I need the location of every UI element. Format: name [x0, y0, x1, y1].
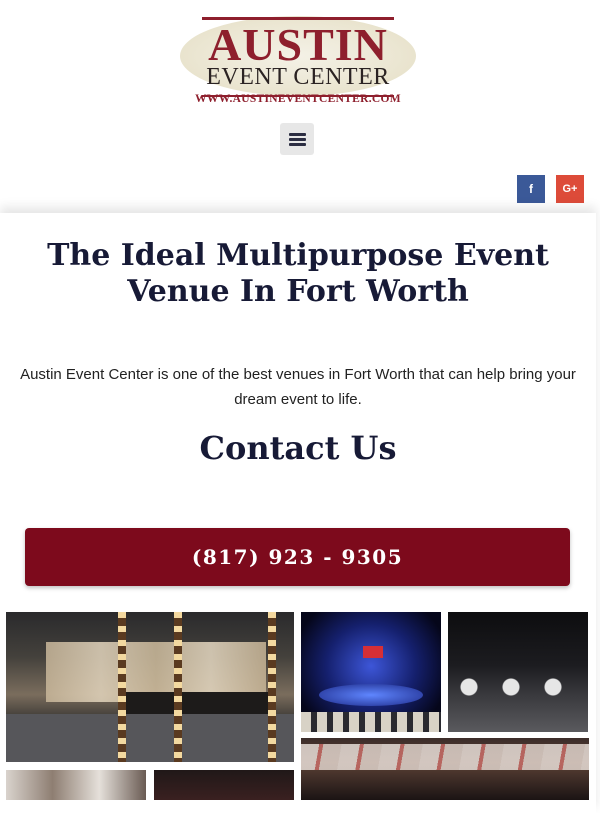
photo-detail [268, 612, 276, 762]
intro-text: Austin Event Center is one of the best v… [20, 366, 576, 408]
photo-detail [319, 684, 423, 706]
photo-detail [448, 670, 588, 704]
gallery-photo-banquet[interactable] [448, 612, 588, 732]
gallery-photo-venue[interactable] [154, 770, 294, 800]
gallery-photo-guests[interactable] [6, 770, 146, 800]
photo-detail [174, 612, 182, 762]
photo-detail [118, 612, 126, 762]
menu-bar [289, 143, 306, 146]
logo-main-text: AUSTIN [208, 19, 388, 70]
photo-detail [301, 744, 589, 770]
facebook-icon[interactable]: f [517, 175, 545, 203]
hamburger-menu-icon[interactable] [280, 123, 314, 155]
photo-detail [301, 712, 441, 732]
menu-bar [289, 133, 306, 136]
page-title: The Ideal Multipurpose Event Venue In Fo… [47, 238, 549, 309]
google-plus-icon[interactable]: G+ [556, 175, 584, 203]
logo-sub-text: EVENT CENTER [206, 64, 390, 90]
photo-detail [363, 646, 383, 658]
gallery-photo-stage[interactable] [301, 612, 441, 732]
photo-detail [126, 692, 276, 714]
gallery-photo-drapes[interactable] [301, 738, 589, 800]
menu-bar [289, 138, 306, 141]
gallery-photo-bar-area[interactable] [6, 612, 294, 762]
site-logo[interactable]: AUSTIN EVENT CENTER WWW.AUSTINEVENTCENTE… [180, 12, 416, 106]
contact-heading: Contact Us [199, 429, 397, 467]
phone-call-button[interactable]: (817) 923 - 9305 [25, 528, 570, 586]
photo-detail [6, 714, 294, 762]
logo-url-text: WWW.AUSTINEVENTCENTER.COM [195, 93, 401, 105]
